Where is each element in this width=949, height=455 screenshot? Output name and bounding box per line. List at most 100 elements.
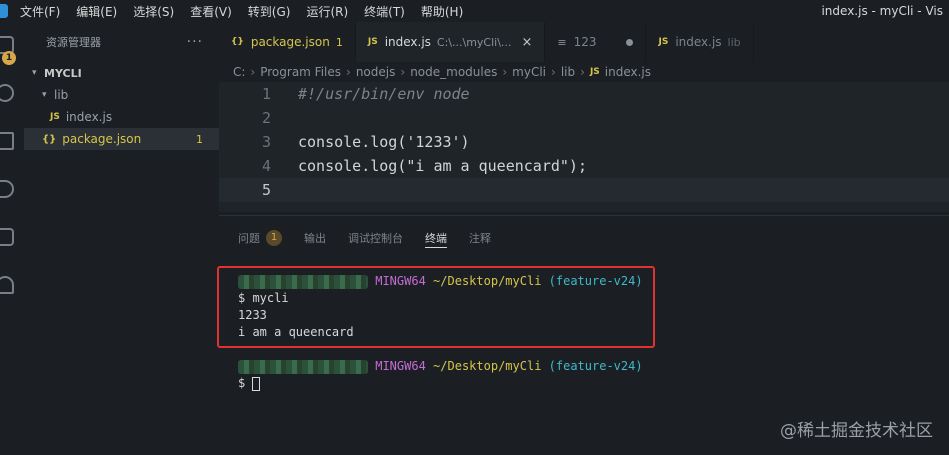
code-text: #!/usr/bin/env node <box>298 85 470 103</box>
chevron-right-icon: › <box>551 65 556 79</box>
breadcrumb-item[interactable]: Program Files <box>260 65 341 79</box>
explorer-title: 资源管理器 <box>46 36 101 49</box>
search-icon[interactable] <box>0 84 14 102</box>
terminal-host: MINGW64 <box>375 359 426 373</box>
breadcrumb-item[interactable]: index.js <box>605 65 651 79</box>
text-file-icon: ≡ <box>557 35 567 49</box>
unsaved-dot-icon[interactable] <box>626 38 634 46</box>
line-number: 5 <box>261 181 271 199</box>
breadcrumb-item[interactable]: nodejs <box>356 65 396 79</box>
extensions-icon[interactable] <box>0 228 14 246</box>
chevron-right-icon: › <box>400 65 406 79</box>
tree-folder-lib[interactable]: ▾ lib <box>24 84 219 106</box>
breadcrumb-item[interactable]: node_modules <box>410 65 497 79</box>
terminal-prompt: $ <box>238 376 253 390</box>
vscode-logo-icon <box>0 4 8 18</box>
remote-explorer-icon[interactable] <box>0 276 14 294</box>
chevron-right-icon: › <box>250 65 256 79</box>
code-line: 2 <box>219 106 949 130</box>
json-file-icon: {} <box>42 133 57 145</box>
panel-tab-output[interactable]: 输出 <box>304 216 326 260</box>
code-line: 4 console.log("i am a queencard"); <box>219 154 949 178</box>
code-editor[interactable]: 1 #!/usr/bin/env node 2 3 console.log('1… <box>219 82 949 212</box>
menu-file[interactable]: 文件(F) <box>20 3 60 20</box>
panel-tab-debug-console[interactable]: 调试控制台 <box>348 216 403 260</box>
folder-label: lib <box>54 88 69 102</box>
tab-label: package.json <box>250 35 330 49</box>
javascript-file-icon: JS <box>658 37 669 47</box>
line-number: 1 <box>261 85 271 103</box>
chevron-right-icon: › <box>502 65 508 79</box>
tab-path-description: lib <box>727 35 741 49</box>
explorer-sidebar: 资源管理器 ··· ▾ MYCLI ▾ lib JS index.js {} p… <box>24 22 219 455</box>
menu-go[interactable]: 转到(G) <box>248 3 291 20</box>
tree-file-package-json[interactable]: {} package.json 1 <box>24 128 219 150</box>
panel-tab-comments[interactable]: 注释 <box>469 216 491 260</box>
chevron-right-icon: › <box>580 65 585 79</box>
terminal-path: ~/Desktop/myCli <box>433 359 542 373</box>
chevron-down-icon: ▾ <box>42 90 47 100</box>
menu-terminal[interactable]: 终端(T) <box>364 3 405 20</box>
menu-help[interactable]: 帮助(H) <box>421 3 463 20</box>
line-number: 3 <box>261 133 271 151</box>
tab-problem-count: 1 <box>335 35 343 49</box>
terminal-branch: (feature-v24) <box>548 359 643 373</box>
terminal-input-line[interactable]: $ <box>238 375 261 392</box>
menu-bar: 文件(F) 编辑(E) 选择(S) 查看(V) 转到(G) 运行(R) 终端(T… <box>20 3 479 20</box>
menu-edit[interactable]: 编辑(E) <box>76 3 117 20</box>
tab-123[interactable]: ≡ 123 <box>545 22 647 62</box>
javascript-file-icon: JS <box>50 112 60 122</box>
run-debug-icon[interactable] <box>0 180 14 198</box>
code-text: console.log("i am a queencard"); <box>298 157 587 175</box>
menu-run[interactable]: 运行(R) <box>306 3 348 20</box>
file-label: index.js <box>65 110 113 124</box>
chevron-right-icon: › <box>346 65 351 79</box>
breadcrumb-item[interactable]: myCli <box>512 65 546 79</box>
javascript-file-icon: JS <box>589 67 600 77</box>
breadcrumb-item[interactable]: lib <box>561 65 575 79</box>
panel-tab-label: 问题 <box>238 232 260 245</box>
highlight-annotation-box <box>217 266 655 348</box>
panel-tabs: 问题 1 输出 调试控制台 终端 注释 <box>219 216 949 260</box>
editor-tabs: {} package.json 1 JS index.js C:\...\myC… <box>219 22 949 62</box>
more-actions-icon[interactable]: ··· <box>187 34 203 50</box>
chevron-down-icon: ▾ <box>32 68 37 78</box>
code-line: 3 console.log('1233') <box>219 130 949 154</box>
code-line: 1 #!/usr/bin/env node <box>219 82 949 106</box>
watermark: @稀土掘金技术社区 <box>780 421 933 441</box>
title-bar: 文件(F) 编辑(E) 选择(S) 查看(V) 转到(G) 运行(R) 终端(T… <box>0 0 949 22</box>
tree-root-mycli[interactable]: ▾ MYCLI <box>24 62 219 84</box>
breadcrumb-item[interactable]: C: <box>233 65 245 79</box>
root-folder-label: MYCLI <box>44 66 82 80</box>
code-line-current: 5 <box>219 178 949 202</box>
redacted-username <box>238 359 368 374</box>
window-title: index.js - myCli - Vis <box>821 4 943 18</box>
code-text: console.log('1233') <box>298 133 470 151</box>
activity-bar: 1 <box>0 22 24 455</box>
javascript-file-icon: JS <box>367 37 378 47</box>
tab-package-json[interactable]: {} package.json 1 <box>219 22 356 62</box>
terminal-cursor <box>252 376 261 391</box>
tab-label: index.js <box>384 35 431 49</box>
explorer-badge: 1 <box>2 51 16 65</box>
file-label: package.json <box>62 132 142 146</box>
tab-index-js-active[interactable]: JS index.js C:\...\myCli\... × <box>355 22 546 62</box>
terminal-prompt-line: MINGW64 ~/Desktop/myCli (feature-v24) <box>238 358 643 375</box>
line-number: 2 <box>261 109 271 127</box>
panel-tab-problems[interactable]: 问题 1 <box>238 216 282 260</box>
tree-file-index-js[interactable]: JS index.js <box>24 106 219 128</box>
panel-tab-terminal[interactable]: 终端 <box>425 216 447 260</box>
source-control-icon[interactable] <box>0 132 14 150</box>
tab-label: 123 <box>573 35 597 49</box>
breadcrumb: C: › Program Files › nodejs › node_modules ›… <box>233 62 651 82</box>
menu-view[interactable]: 查看(V) <box>190 3 232 20</box>
tab-path-description: C:\...\myCli\... <box>436 35 512 49</box>
menu-selection[interactable]: 选择(S) <box>133 3 174 20</box>
close-icon[interactable]: × <box>521 35 532 50</box>
tab-label: index.js <box>675 35 722 49</box>
problems-count-badge: 1 <box>266 230 282 246</box>
explorer-header: 资源管理器 ··· <box>24 22 219 62</box>
json-file-icon: {} <box>231 37 244 47</box>
tab-index-js-lib[interactable]: JS index.js lib <box>646 22 754 62</box>
line-number: 4 <box>261 157 271 175</box>
